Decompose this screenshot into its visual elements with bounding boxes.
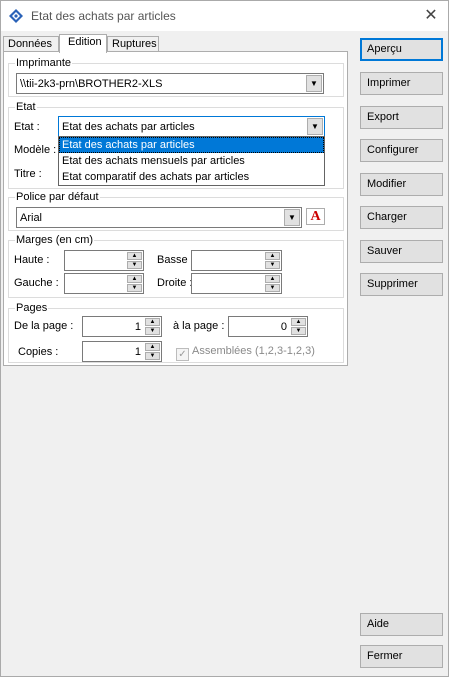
group-title-marges: Marges (en cm) xyxy=(15,234,95,246)
app-icon xyxy=(9,9,23,23)
tab-donnees[interactable]: Données xyxy=(3,36,59,52)
spinner-arrows[interactable]: ▲ ▼ xyxy=(291,318,306,335)
checkmark-icon[interactable]: ✓ xyxy=(176,348,189,361)
group-title-etat: Etat xyxy=(15,101,37,113)
droite-label: Droite : xyxy=(157,277,193,289)
group-pages: Pages De la page : 1 ▲ ▼ à la page : 0 ▲ ▼… xyxy=(8,302,344,363)
export-button[interactable]: Export xyxy=(360,106,443,129)
assemblees-checkbox[interactable]: ✓ Assemblées (1,2,3-1,2,3) xyxy=(176,344,315,361)
etat-select[interactable]: Etat des achats par articles ▼ xyxy=(58,116,325,137)
spin-up-icon[interactable]: ▲ xyxy=(127,275,142,283)
font-style-button[interactable]: A xyxy=(304,207,326,228)
chevron-down-icon[interactable]: ▼ xyxy=(284,209,300,226)
to-page-spinner[interactable]: 0 ▲ ▼ xyxy=(228,316,308,337)
etat-option[interactable]: Etat comparatif des achats par articles xyxy=(59,169,324,185)
imprimer-button[interactable]: Imprimer xyxy=(360,72,443,95)
group-title-pages: Pages xyxy=(15,302,49,314)
basse-spinner[interactable]: ▲ ▼ xyxy=(191,250,282,271)
spin-up-icon[interactable]: ▲ xyxy=(145,343,160,351)
printer-select[interactable]: \\tii-2k3-prn\BROTHER2-XLS ▼ xyxy=(16,73,324,94)
gauche-label: Gauche : xyxy=(14,277,59,289)
sauver-button[interactable]: Sauver xyxy=(360,240,443,263)
copies-label: Copies : xyxy=(18,346,59,358)
spin-down-icon[interactable]: ▼ xyxy=(265,284,280,292)
droite-spinner[interactable]: ▲ ▼ xyxy=(191,273,282,294)
chevron-down-icon[interactable]: ▼ xyxy=(306,75,322,92)
group-etat: Etat Etat : Modèle : Titre : Etat des ac… xyxy=(8,101,344,189)
titre-label: Titre : xyxy=(14,168,42,180)
window-title: Etat des achats par articles xyxy=(31,9,176,23)
from-page-value: 1 xyxy=(134,321,141,333)
spin-down-icon[interactable]: ▼ xyxy=(291,327,306,335)
spinner-arrows[interactable]: ▲ ▼ xyxy=(127,275,142,292)
spin-up-icon[interactable]: ▲ xyxy=(291,318,306,326)
etat-selected-value: Etat des achats par articles xyxy=(62,121,195,133)
spin-down-icon[interactable]: ▼ xyxy=(127,284,142,292)
spinner-arrows[interactable]: ▲ ▼ xyxy=(265,275,280,292)
charger-button[interactable]: Charger xyxy=(360,206,443,229)
etat-label: Etat : xyxy=(14,121,40,133)
copies-spinner[interactable]: 1 ▲ ▼ xyxy=(82,341,162,362)
modifier-button[interactable]: Modifier xyxy=(360,173,443,196)
spin-down-icon[interactable]: ▼ xyxy=(265,261,280,269)
fermer-button[interactable]: Fermer xyxy=(360,645,443,668)
etat-dropdown-list: Etat des achats par articles Etat des ac… xyxy=(58,136,325,186)
tab-edition[interactable]: Edition xyxy=(59,34,107,53)
etat-option[interactable]: Etat des achats mensuels par articles xyxy=(59,153,324,169)
apercu-button[interactable]: Aperçu xyxy=(360,38,443,61)
a-la-page-label: à la page : xyxy=(173,320,225,332)
font-value: Arial xyxy=(20,212,43,224)
spin-down-icon[interactable]: ▼ xyxy=(127,261,142,269)
group-marges: Marges (en cm) Haute : ▲ ▼ Basse : ▲ ▼ Gau… xyxy=(8,234,344,298)
copies-value: 1 xyxy=(134,346,141,358)
modele-label: Modèle : xyxy=(14,144,57,156)
supprimer-button[interactable]: Supprimer xyxy=(360,273,443,296)
gauche-spinner[interactable]: ▲ ▼ xyxy=(64,273,144,294)
spin-up-icon[interactable]: ▲ xyxy=(145,318,160,326)
basse-label: Basse : xyxy=(157,254,194,266)
group-imprimante: Imprimante \\tii-2k3-prn\BROTHER2-XLS ▼ xyxy=(8,57,344,97)
spin-down-icon[interactable]: ▼ xyxy=(145,352,160,360)
edition-tab-panel: Imprimante \\tii-2k3-prn\BROTHER2-XLS ▼ … xyxy=(3,51,348,366)
haute-spinner[interactable]: ▲ ▼ xyxy=(64,250,144,271)
tab-ruptures[interactable]: Ruptures xyxy=(107,36,159,52)
haute-label: Haute : xyxy=(14,254,50,266)
configurer-button[interactable]: Configurer xyxy=(360,139,443,162)
spin-up-icon[interactable]: ▲ xyxy=(265,275,280,283)
group-title-police: Police par défaut xyxy=(15,191,100,203)
font-style-icon[interactable]: A xyxy=(306,208,325,225)
spin-up-icon[interactable]: ▲ xyxy=(127,252,142,260)
chevron-down-icon[interactable]: ▼ xyxy=(307,118,323,135)
print-dialog-window: Etat des achats par articles ✕ Données E… xyxy=(0,0,449,677)
spinner-arrows[interactable]: ▲ ▼ xyxy=(265,252,280,269)
to-page-value: 0 xyxy=(280,321,287,333)
title-bar: Etat des achats par articles ✕ xyxy=(1,1,448,31)
spinner-arrows[interactable]: ▲ ▼ xyxy=(127,252,142,269)
spin-up-icon[interactable]: ▲ xyxy=(265,252,280,260)
close-icon[interactable]: ✕ xyxy=(420,5,442,27)
from-page-spinner[interactable]: 1 ▲ ▼ xyxy=(82,316,162,337)
de-la-page-label: De la page : xyxy=(14,320,74,332)
spin-down-icon[interactable]: ▼ xyxy=(145,327,160,335)
aide-button[interactable]: Aide xyxy=(360,613,443,636)
spinner-arrows[interactable]: ▲ ▼ xyxy=(145,318,160,335)
group-title-imprimante: Imprimante xyxy=(15,57,73,69)
spinner-arrows[interactable]: ▲ ▼ xyxy=(145,343,160,360)
group-police: Police par défaut Arial ▼ A xyxy=(8,191,344,231)
font-select[interactable]: Arial ▼ xyxy=(16,207,302,228)
printer-value: \\tii-2k3-prn\BROTHER2-XLS xyxy=(20,78,163,90)
etat-option[interactable]: Etat des achats par articles xyxy=(59,137,324,153)
assemblees-label: Assemblées (1,2,3-1,2,3) xyxy=(192,345,315,357)
